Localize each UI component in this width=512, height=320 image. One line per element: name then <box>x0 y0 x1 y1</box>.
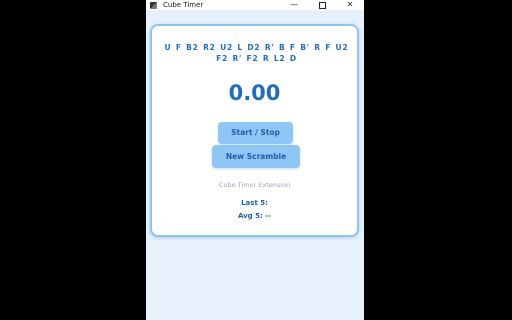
timer-card: U F B2 R2 U2 L D2 R' B F B' R F U2 F2 R'… <box>150 24 359 237</box>
scramble-text: U F B2 R2 U2 L D2 R' B F B' R F U2 F2 R'… <box>164 43 349 63</box>
maximize-icon[interactable] <box>308 0 336 10</box>
cube-app-icon <box>150 1 157 9</box>
start-stop-button[interactable]: Start / Stop <box>218 122 293 144</box>
window-title: Cube Timer <box>163 1 204 9</box>
window-controls: — ✕ <box>280 0 364 10</box>
minimize-icon[interactable]: — <box>280 0 308 10</box>
extension-label: Cube Timer Extension <box>218 181 291 189</box>
new-scramble-button[interactable]: New Scramble <box>212 145 300 168</box>
title-bar[interactable]: Cube Timer — ✕ <box>146 0 364 10</box>
app-window: Cube Timer — ✕ U F B2 R2 U2 L D2 R' B F … <box>146 0 364 320</box>
close-icon[interactable]: ✕ <box>336 0 364 10</box>
average-five-label: Avg 5: -- <box>237 212 272 220</box>
timer-display: 0.00 <box>228 81 281 105</box>
last-five-label: Last 5: <box>241 199 268 207</box>
